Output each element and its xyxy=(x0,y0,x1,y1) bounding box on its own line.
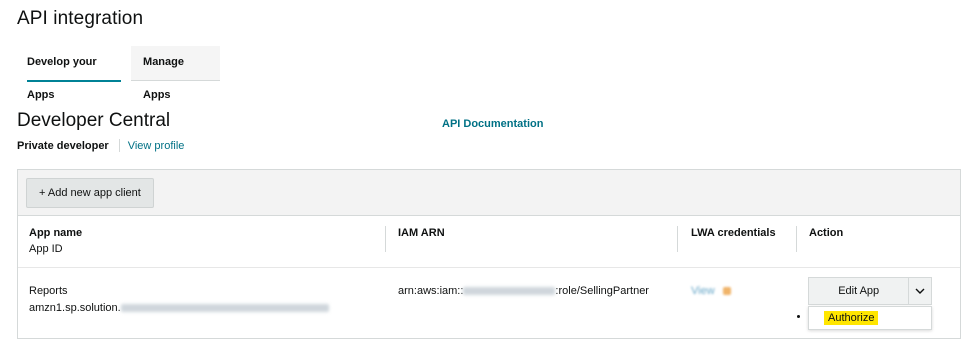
developer-type: Private developer xyxy=(17,139,109,152)
warning-icon xyxy=(722,287,731,296)
edit-app-button[interactable]: Edit App xyxy=(809,278,910,304)
add-new-app-client-button[interactable]: + Add new app client xyxy=(26,178,154,208)
app-id: amzn1.sp.solution. xyxy=(29,302,329,314)
tab-manage-apps[interactable]: Manage Apps xyxy=(131,46,220,101)
page-title: API integration xyxy=(17,8,144,29)
header-app-id: App ID xyxy=(29,243,63,255)
header-app-name: App name xyxy=(29,227,83,239)
bullet-icon xyxy=(797,315,800,318)
panel-toolbar: + Add new app client xyxy=(18,170,960,216)
action-dropdown-menu: Authorize xyxy=(808,306,932,330)
arn-prefix: arn:aws:iam:: xyxy=(398,285,464,297)
column-divider xyxy=(385,226,386,252)
lwa-cell: View xyxy=(691,285,731,297)
app-name: Reports xyxy=(29,285,68,297)
authorize-menu-item[interactable]: Authorize xyxy=(824,311,879,325)
header-action: Action xyxy=(809,227,844,239)
column-divider xyxy=(796,226,797,252)
header-iam-arn: IAM ARN xyxy=(398,227,445,239)
divider xyxy=(118,139,120,152)
app-id-prefix: amzn1.sp.solution. xyxy=(29,302,121,314)
developer-info: Private developer View profile xyxy=(17,139,184,152)
redacted-app-id xyxy=(120,304,329,313)
column-app-name: App name App ID xyxy=(29,227,82,255)
iam-arn-cell: arn:aws:iam:::role/SellingPartner xyxy=(398,285,649,297)
app-clients-panel: + Add new app client App name App ID IAM… xyxy=(17,169,961,339)
arn-suffix: :role/SellingPartner xyxy=(555,285,649,297)
view-credentials-link[interactable]: View xyxy=(691,285,715,297)
chevron-down-icon[interactable] xyxy=(909,278,931,304)
api-documentation-link[interactable]: API Documentation xyxy=(442,118,543,130)
app-name-cell: Reports amzn1.sp.solution. xyxy=(29,285,329,314)
table-row: Reports amzn1.sp.solution. arn:aws:iam::… xyxy=(18,268,960,336)
view-profile-link[interactable]: View profile xyxy=(128,140,185,152)
tab-bar: Develop your Apps Manage Apps xyxy=(17,46,220,101)
section-title: Developer Central xyxy=(17,110,171,131)
column-divider xyxy=(677,226,678,252)
tab-develop-your-apps[interactable]: Develop your Apps xyxy=(17,46,132,101)
table-header: App name App ID IAM ARN LWA credentials … xyxy=(18,216,960,268)
edit-app-split-button: Edit App xyxy=(808,277,932,305)
redacted-account-id xyxy=(463,287,556,296)
header-lwa-credentials: LWA credentials xyxy=(691,227,776,239)
